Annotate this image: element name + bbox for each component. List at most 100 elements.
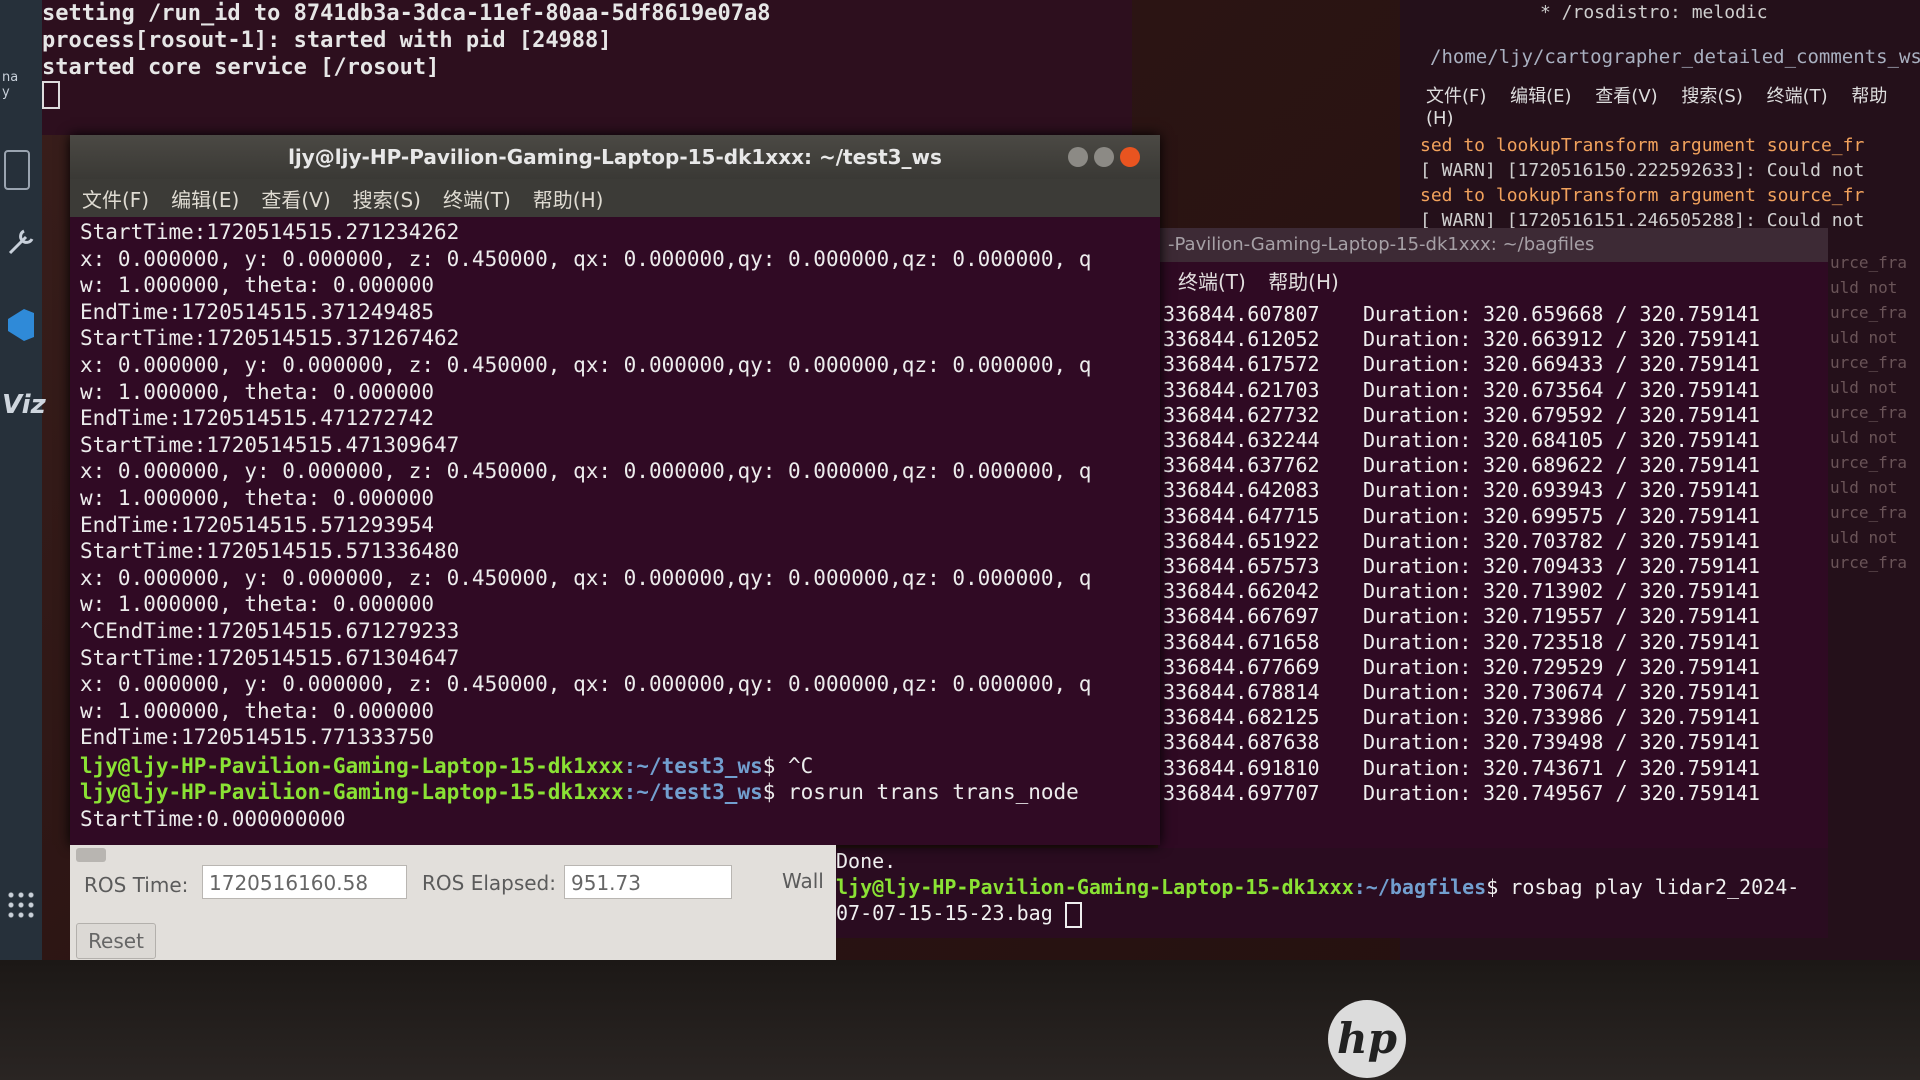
menu-terminal[interactable]: 终端(T) <box>1767 86 1828 107</box>
duration-value: 320.713902 <box>1483 579 1604 604</box>
terminal-line: sed to lookupTransform argument source_f… <box>1420 185 1865 206</box>
duration-value: 320.684105 <box>1483 428 1604 453</box>
duration-label: Duration: <box>1363 478 1472 503</box>
menu-view[interactable]: 查看(V) <box>261 184 330 213</box>
duration-total: 320.759141 <box>1639 554 1760 579</box>
separator: / <box>1603 730 1640 755</box>
command-text: $ ^C <box>762 753 814 778</box>
duration-total: 320.759141 <box>1639 453 1760 478</box>
duration-label: Duration: <box>1363 352 1472 377</box>
separator: / <box>1603 327 1640 352</box>
playback-timestamp: 336844.607807 <box>1163 302 1320 326</box>
separator: / <box>1603 755 1640 780</box>
duration-total: 320.759141 <box>1639 302 1760 326</box>
playback-row: 336844.671658 Duration: 320.723518 / 320.7… <box>1163 630 1828 655</box>
duration-label: Duration: <box>1363 629 1472 654</box>
terminal-line: EndTime:1720514515.371249485 <box>80 299 435 324</box>
show-apps-icon[interactable] <box>6 890 36 920</box>
duration-total: 320.759141 <box>1639 579 1760 604</box>
duration-value: 320.679592 <box>1483 402 1604 427</box>
playback-row: 336844.682125 Duration: 320.733986 / 320.7… <box>1163 705 1828 730</box>
menu-edit[interactable]: 编辑(E) <box>1510 86 1571 107</box>
rqt-time-panel: ROS Time: 1720516160.58 ROS Elapsed: 951… <box>70 845 836 963</box>
main-terminal-window[interactable]: ljy@ljy-HP-Pavilion-Gaming-Laptop-15-dk1… <box>70 135 1160 845</box>
duration-label: Duration: <box>1363 302 1472 326</box>
window-title: /home/ljy/cartographer_detailed_comments… <box>1430 46 1920 68</box>
launcher-app-icon[interactable] <box>4 150 30 190</box>
playback-timestamp: 336844.697707 <box>1163 780 1320 805</box>
terminal-line: started core service [/rosout] <box>42 55 440 80</box>
launcher-label: na y <box>2 70 19 100</box>
terminal-line: 07-07-15-15-23.bag <box>836 900 1828 928</box>
duration-value: 320.723518 <box>1483 629 1604 654</box>
menu-terminal[interactable]: 终端(T) <box>443 184 511 213</box>
menubar: 终端(T) 帮助(H) <box>1158 262 1828 302</box>
duration-label: Duration: <box>1363 528 1472 553</box>
duration-value: 320.749567 <box>1483 780 1604 805</box>
terminal-line: ^CEndTime:1720514515.671279233 <box>80 618 460 643</box>
terminal-line: StartTime:1720514515.371267462 <box>80 326 460 351</box>
duration-label: Duration: <box>1363 604 1472 629</box>
menu-edit[interactable]: 编辑(E) <box>171 184 239 213</box>
launcher-tools-icon[interactable] <box>4 225 38 259</box>
playback-row: 336844.627732 Duration: 320.679592 / 320.7… <box>1163 403 1828 428</box>
menu-view[interactable]: 查看(V) <box>1595 86 1657 107</box>
ros-elapsed-field[interactable]: 951.73 <box>564 865 732 899</box>
separator: / <box>1603 554 1640 579</box>
terminal-line: x: 0.000000, y: 0.000000, z: 0.450000, q… <box>80 565 1092 590</box>
separator: / <box>1603 629 1640 654</box>
terminal-line: [ WARN] [1720516150.222592633]: Could no… <box>1420 160 1865 181</box>
terminal-cursor <box>1064 901 1082 928</box>
close-button[interactable] <box>1120 147 1140 167</box>
menu-search[interactable]: 搜索(S) <box>1681 86 1742 107</box>
menu-help[interactable]: 帮助(H) <box>533 184 604 213</box>
terminal-line: x: 0.000000, y: 0.000000, z: 0.450000, q… <box>80 459 1092 484</box>
background-terminal[interactable]: setting /run_id to 8741db3a-3dca-11ef-80… <box>42 0 1132 135</box>
launcher-vscode-icon[interactable] <box>4 305 38 341</box>
menu-file[interactable]: 文件(F) <box>1426 86 1486 107</box>
playback-timestamp: 336844.612052 <box>1163 327 1320 352</box>
bagfiles-terminal-prompt[interactable]: Done. ljy@ljy-HP-Pavilion-Gaming-Laptop-… <box>836 848 1828 938</box>
duration-total: 320.759141 <box>1639 503 1760 528</box>
timeline-slider-handle[interactable] <box>76 848 106 862</box>
ros-time-field[interactable]: 1720516160.58 <box>202 865 407 899</box>
menu-terminal[interactable]: 终端(T) <box>1178 270 1246 294</box>
playback-timestamp: 336844.671658 <box>1163 629 1320 654</box>
laptop-bezel <box>0 960 1920 1080</box>
titlebar[interactable]: ljy@ljy-HP-Pavilion-Gaming-Laptop-15-dk1… <box>70 135 1160 179</box>
playback-timestamp: 336844.647715 <box>1163 503 1320 528</box>
terminal-line: StartTime:1720514515.471309647 <box>80 432 460 457</box>
bagfiles-terminal[interactable]: -Pavilion-Gaming-Laptop-15-dk1xxx: ~/bag… <box>1158 228 1828 848</box>
minimize-button[interactable] <box>1068 147 1088 167</box>
terminal-line: setting /run_id to 8741db3a-3dca-11ef-80… <box>42 1 771 26</box>
duration-label: Duration: <box>1363 730 1472 755</box>
duration-total: 320.759141 <box>1639 654 1760 679</box>
menu-help[interactable]: 帮助(H) <box>1268 270 1339 294</box>
terminal-line: StartTime:0.000000000 <box>80 807 346 832</box>
menu-file[interactable]: 文件(F) <box>82 184 149 213</box>
launcher-rviz-label[interactable]: Viz <box>2 390 46 420</box>
duration-total: 320.759141 <box>1639 604 1760 629</box>
separator: / <box>1603 780 1640 805</box>
reset-button[interactable]: Reset <box>76 923 156 959</box>
separator: / <box>1603 503 1640 528</box>
duration-label: Duration: <box>1363 680 1472 705</box>
duration-value: 320.669433 <box>1483 352 1604 377</box>
terminal-line: w: 1.000000, theta: 0.000000 <box>80 379 435 404</box>
duration-value: 320.703782 <box>1483 528 1604 553</box>
menu-search[interactable]: 搜索(S) <box>353 184 421 213</box>
playback-output: 336844.607807 Duration: 320.659668 / 320.7… <box>1158 302 1828 806</box>
maximize-button[interactable] <box>1094 147 1114 167</box>
duration-value: 320.709433 <box>1483 554 1604 579</box>
prompt-line: ljy@ljy-HP-Pavilion-Gaming-Laptop-15-dk1… <box>80 779 1150 806</box>
playback-row: 336844.667697 Duration: 320.719557 / 320.7… <box>1163 604 1828 629</box>
playback-row: 336844.677669 Duration: 320.729529 / 320.7… <box>1163 655 1828 680</box>
playback-timestamp: 336844.637762 <box>1163 453 1320 478</box>
duration-label: Duration: <box>1363 654 1472 679</box>
duration-label: Duration: <box>1363 428 1472 453</box>
playback-row: 336844.632244 Duration: 320.684105 / 320.7… <box>1163 428 1828 453</box>
separator: / <box>1603 377 1640 402</box>
prompt-line: ljy@ljy-HP-Pavilion-Gaming-Laptop-15-dk1… <box>80 753 1150 780</box>
playback-row: 336844.687638 Duration: 320.739498 / 320.7… <box>1163 730 1828 755</box>
separator: / <box>1603 528 1640 553</box>
